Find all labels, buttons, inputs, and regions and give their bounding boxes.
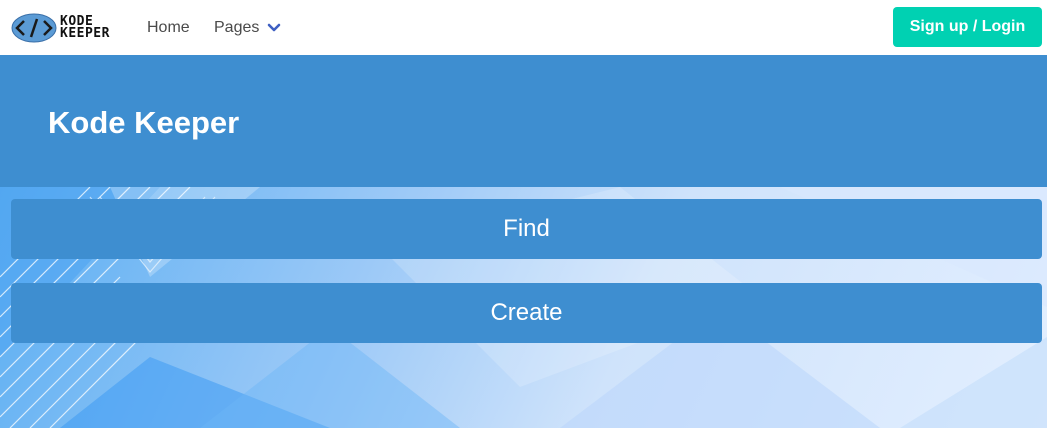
hero-title: Kode Keeper	[48, 105, 240, 140]
navbar: KODE KEEPER Home Pages Sign up / Login	[0, 0, 1047, 55]
signup-login-button[interactable]: Sign up / Login	[893, 7, 1042, 47]
hero-banner: Kode Keeper	[0, 55, 1047, 187]
code-brackets-logo-icon	[11, 13, 57, 42]
nav-pages-dropdown[interactable]: Pages	[214, 18, 281, 38]
nav-pages-label: Pages	[214, 19, 260, 36]
chevron-down-icon	[268, 23, 281, 32]
nav-home-link[interactable]: Home	[147, 18, 190, 38]
brand-wordmark: KODE KEEPER	[60, 15, 110, 41]
brand-line-2: KEEPER	[60, 25, 110, 41]
find-button[interactable]: Find	[11, 199, 1042, 259]
create-button[interactable]: Create	[11, 283, 1042, 343]
brand-logo[interactable]: KODE KEEPER	[11, 11, 125, 44]
